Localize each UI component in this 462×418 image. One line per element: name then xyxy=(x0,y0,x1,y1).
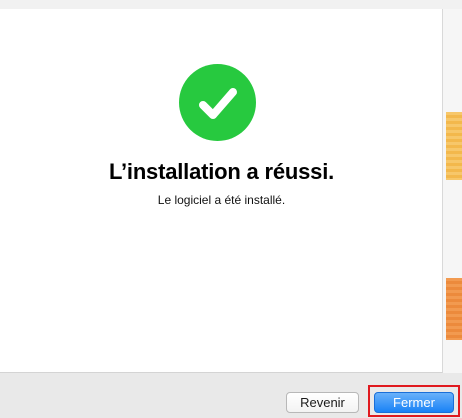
background-stripe-top xyxy=(446,112,462,180)
close-button[interactable]: Fermer xyxy=(374,392,454,413)
installer-content-panel: L’installation a réussi. Le logiciel a é… xyxy=(0,9,443,373)
success-badge xyxy=(179,64,256,141)
success-message: Le logiciel a été installé. xyxy=(157,193,286,207)
checkmark-icon xyxy=(198,87,237,119)
success-title: L’installation a réussi. xyxy=(108,159,335,184)
background-stripe-bottom xyxy=(446,278,462,340)
back-button[interactable]: Revenir xyxy=(286,392,359,413)
window-top-strip xyxy=(0,0,462,9)
